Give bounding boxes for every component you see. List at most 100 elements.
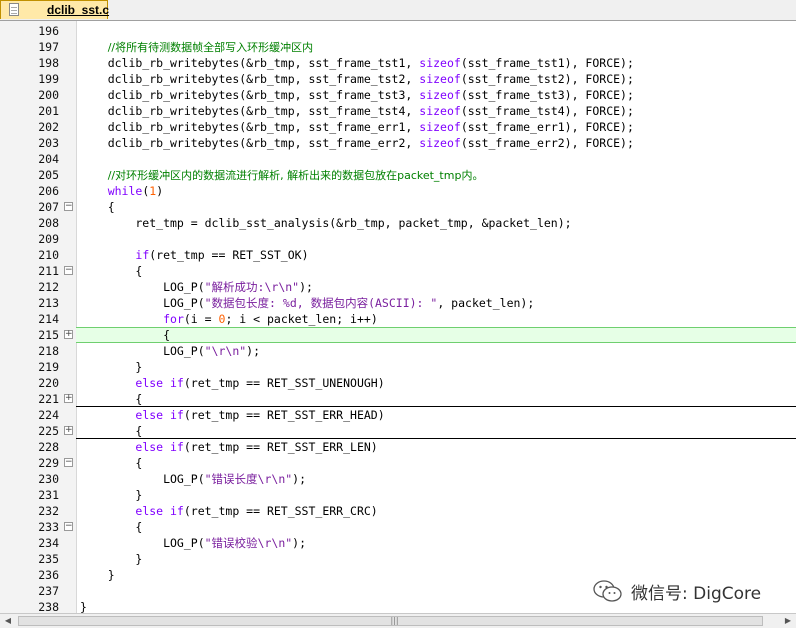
minus-box-icon[interactable]: −: [64, 522, 73, 531]
code-token: sizeof: [419, 72, 461, 86]
line-number: 229: [38, 456, 59, 470]
line-number: 199: [38, 72, 59, 86]
code-line[interactable]: 203 dclib_rb_writebytes(&rb_tmp, sst_fra…: [0, 135, 796, 151]
code-line[interactable]: 228 else if(ret_tmp == RET_SST_ERR_LEN): [0, 439, 796, 455]
file-tab[interactable]: dclib_sst.c: [0, 0, 109, 19]
code-line[interactable]: 214 for(i = 0; i < packet_len; i++): [0, 311, 796, 327]
code-text: dclib_rb_writebytes(&rb_tmp, sst_frame_t…: [80, 87, 634, 103]
code-text: }: [80, 567, 115, 583]
code-line[interactable]: 230 LOG_P("错误长度\r\n");: [0, 471, 796, 487]
plus-box-icon[interactable]: +: [64, 394, 73, 403]
code-line[interactable]: 215 + {: [38, 327, 796, 343]
code-token: (ret_tmp == RET_SST_UNENOUGH): [183, 376, 385, 390]
code-token: (sst_frame_err2), FORCE);: [460, 136, 634, 150]
code-line[interactable]: 212 LOG_P("解析成功:\r\n");: [0, 279, 796, 295]
code-token: LOG_P(: [80, 344, 205, 358]
code-token: dclib_rb_writebytes(&rb_tmp, sst_frame_e…: [80, 136, 420, 150]
document-icon: [9, 3, 19, 16]
line-number: 219: [38, 360, 59, 374]
code-token: (ret_tmp == RET_SST_OK): [149, 248, 309, 262]
code-line[interactable]: 229− {: [0, 455, 796, 471]
code-token: (sst_frame_tst3), FORCE);: [460, 88, 634, 102]
line-number: 197: [38, 40, 59, 54]
code-line[interactable]: 209: [0, 231, 796, 247]
code-token: LOG_P(: [80, 472, 205, 486]
code-token: {: [80, 520, 143, 534]
code-token: ; i < packet_len; i++): [225, 312, 378, 326]
code-token: else if: [135, 440, 184, 454]
code-line[interactable]: 225 + {: [0, 423, 796, 439]
code-line[interactable]: 231 }: [0, 487, 796, 503]
line-number: 209: [38, 232, 59, 246]
line-number: 221: [38, 392, 59, 406]
scroll-right-icon[interactable]: ▶: [782, 616, 794, 626]
watermark: 微信号: DigCore: [593, 578, 778, 604]
plus-box-icon[interactable]: +: [64, 330, 73, 339]
code-text: {: [80, 327, 170, 343]
code-token: dclib_rb_writebytes(&rb_tmp, sst_frame_t…: [80, 104, 420, 118]
code-token: ret_tmp = dclib_sst_analysis(&rb_tmp, pa…: [80, 216, 572, 230]
code-line[interactable]: 197 //将所有待测数据帧全部写入环形缓冲区内: [0, 39, 796, 55]
code-line[interactable]: 200 dclib_rb_writebytes(&rb_tmp, sst_fra…: [0, 87, 796, 103]
code-text: LOG_P("\r\n");: [80, 343, 260, 359]
line-number: 238: [38, 600, 59, 613]
code-text: {: [80, 263, 142, 279]
code-token: for: [163, 312, 184, 326]
code-line[interactable]: 234 LOG_P("错误校验\r\n");: [0, 535, 796, 551]
code-text: else if(ret_tmp == RET_SST_ERR_LEN): [80, 439, 377, 455]
code-token: if: [135, 248, 150, 262]
code-text: {: [80, 391, 142, 407]
code-line[interactable]: 204: [0, 151, 796, 167]
scrollbar-thumb[interactable]: |||: [18, 616, 763, 626]
tab-bar: dclib_sst.c: [0, 0, 796, 21]
code-line[interactable]: 196: [0, 23, 796, 39]
line-number: 211: [38, 264, 59, 278]
code-token: (ret_tmp == RET_SST_ERR_CRC): [183, 504, 378, 518]
code-token: else if: [135, 504, 184, 518]
code-line[interactable]: 213 LOG_P("数据包长度: %d, 数据包内容(ASCII): ", p…: [0, 295, 796, 311]
code-token: "\r\n": [204, 344, 247, 358]
minus-box-icon[interactable]: −: [64, 458, 73, 467]
code-line[interactable]: 210 if(ret_tmp == RET_SST_OK): [0, 247, 796, 263]
line-number: 224: [38, 408, 59, 422]
code-editor[interactable]: 196 197 //将所有待测数据帧全部写入环形缓冲区内 198 dclib_rb_…: [0, 21, 796, 613]
code-line[interactable]: 206 while(1): [0, 183, 796, 199]
code-token: sizeof: [419, 104, 461, 118]
code-line[interactable]: 232 else if(ret_tmp == RET_SST_ERR_CRC): [0, 503, 796, 519]
code-line[interactable]: 198 dclib_rb_writebytes(&rb_tmp, sst_fra…: [0, 55, 796, 71]
code-token: {: [80, 392, 143, 406]
code-line[interactable]: 233− {: [0, 519, 796, 535]
minus-box-icon[interactable]: −: [64, 202, 73, 211]
code-token: {: [80, 328, 171, 342]
scroll-left-icon[interactable]: ◀: [2, 616, 14, 626]
horizontal-scrollbar[interactable]: ◀ ||| ▶: [0, 613, 796, 628]
code-line[interactable]: 199 dclib_rb_writebytes(&rb_tmp, sst_fra…: [0, 71, 796, 87]
code-token: sizeof: [419, 120, 461, 134]
code-token: dclib_rb_writebytes(&rb_tmp, sst_frame_t…: [80, 72, 420, 86]
code-line[interactable]: 218 LOG_P("\r\n");: [0, 343, 796, 359]
code-text: dclib_rb_writebytes(&rb_tmp, sst_frame_e…: [80, 119, 634, 135]
code-line[interactable]: 224 else if(ret_tmp == RET_SST_ERR_HEAD): [0, 407, 796, 423]
code-token: "数据包长度: %d, 数据包内容(ASCII): ": [204, 296, 438, 310]
code-line[interactable]: 202 dclib_rb_writebytes(&rb_tmp, sst_fra…: [0, 119, 796, 135]
code-token: else if: [135, 408, 184, 422]
code-line[interactable]: 221 + {: [0, 391, 796, 407]
code-line[interactable]: 208 ret_tmp = dclib_sst_analysis(&rb_tmp…: [0, 215, 796, 231]
minus-box-icon[interactable]: −: [64, 266, 73, 275]
code-token: );: [299, 280, 313, 294]
code-line[interactable]: 201 dclib_rb_writebytes(&rb_tmp, sst_fra…: [0, 103, 796, 119]
code-line[interactable]: 207− {: [0, 199, 796, 215]
plus-box-icon[interactable]: +: [64, 426, 73, 435]
code-text: {: [80, 199, 115, 215]
code-text: dclib_rb_writebytes(&rb_tmp, sst_frame_e…: [80, 135, 634, 151]
code-line[interactable]: 211− {: [0, 263, 796, 279]
code-line[interactable]: 205 //对环形缓冲区内的数据流进行解析, 解析出来的数据包放在packet_…: [0, 167, 796, 183]
code-line[interactable]: 220 else if(ret_tmp == RET_SST_UNENOUGH): [0, 375, 796, 391]
code-text: {: [80, 455, 142, 471]
code-line[interactable]: 219 }: [0, 359, 796, 375]
code-line[interactable]: 235 }: [0, 551, 796, 567]
